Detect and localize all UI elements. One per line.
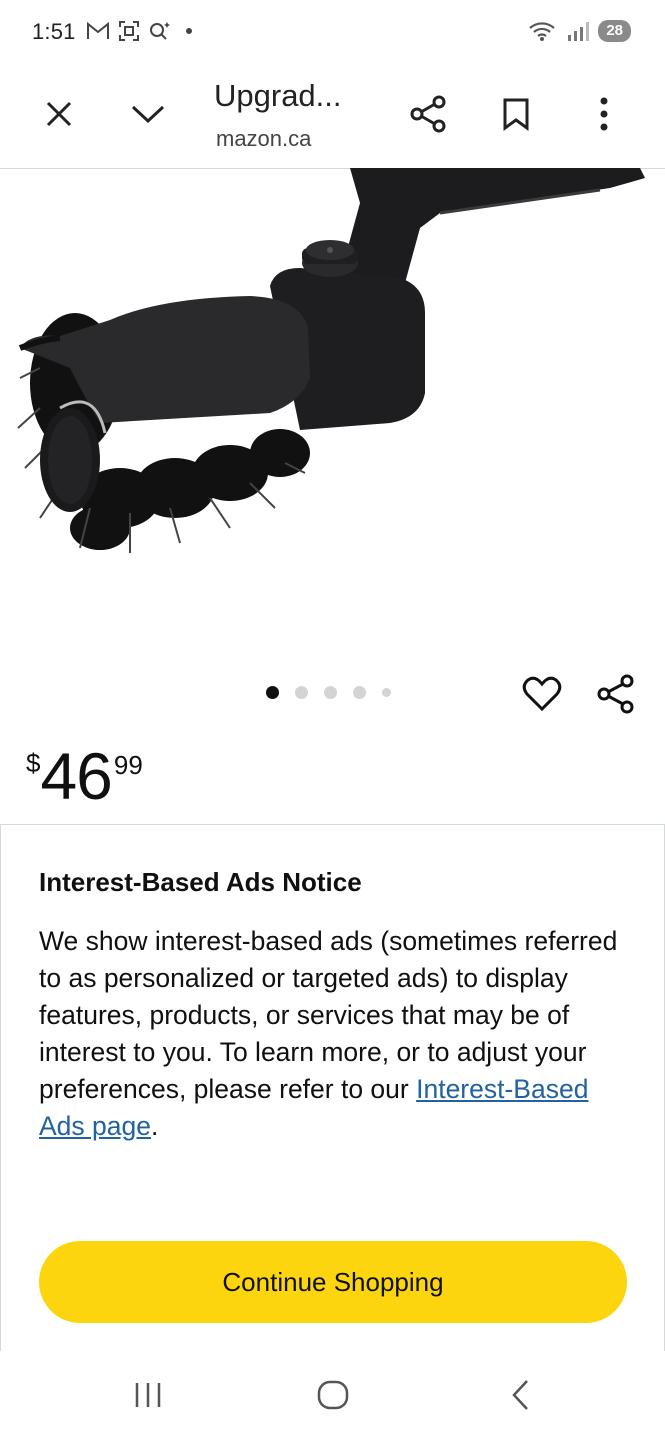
product-share-button[interactable] — [594, 672, 638, 716]
product-price: $ 46 99 — [26, 740, 143, 812]
search-sparkle-icon — [150, 22, 170, 40]
minimize-button[interactable] — [124, 90, 172, 138]
page-title: Upgrad... — [214, 78, 342, 113]
price-fraction: 99 — [113, 750, 143, 780]
back-button[interactable] — [490, 1371, 550, 1419]
carousel-dot[interactable] — [295, 686, 308, 699]
battery-indicator: 28 — [598, 20, 631, 42]
notification-dot — [186, 28, 192, 34]
continue-shopping-button[interactable]: Continue Shopping — [39, 1241, 627, 1323]
grill-brush-image — [17, 168, 645, 553]
carousel-dot[interactable] — [353, 686, 366, 699]
price-whole: 46 — [40, 739, 112, 813]
carousel-dot[interactable] — [382, 688, 391, 697]
browser-toolbar: Upgrad... mazon.ca — [0, 66, 665, 169]
recents-icon — [135, 1383, 161, 1407]
status-left-icons — [86, 20, 192, 42]
home-icon — [317, 1380, 349, 1410]
carousel-dot[interactable] — [266, 686, 279, 699]
notice-title: Interest-Based Ads Notice — [39, 867, 362, 897]
recents-button[interactable] — [118, 1371, 178, 1419]
page-url: mazon.ca — [216, 126, 312, 151]
carousel-dot[interactable] — [324, 686, 337, 699]
gmail-icon — [87, 21, 109, 39]
screenshot-icon — [119, 21, 139, 41]
back-icon — [512, 1380, 528, 1410]
close-icon — [46, 101, 72, 127]
close-tab-button[interactable] — [35, 90, 83, 138]
more-vert-icon — [600, 97, 608, 131]
bookmark-button[interactable] — [492, 90, 540, 138]
heart-icon — [522, 676, 562, 712]
share-icon — [410, 95, 446, 133]
notice-body: We show interest-based ads (sometimes re… — [39, 923, 629, 1145]
share-button[interactable] — [404, 90, 452, 138]
bookmark-icon — [503, 98, 529, 131]
share-icon — [597, 674, 634, 714]
notice-text-end: . — [150, 1111, 159, 1141]
status-time: 1:51 — [32, 19, 76, 44]
signal-icon — [568, 22, 590, 41]
price-symbol: $ — [26, 748, 41, 778]
chevron-down-icon — [131, 105, 165, 124]
product-image[interactable] — [0, 168, 665, 668]
image-carousel-dots[interactable] — [266, 686, 391, 699]
ads-notice-panel: Interest-Based Ads Notice We show intere… — [0, 824, 665, 1352]
wishlist-button[interactable] — [520, 672, 564, 716]
home-button[interactable] — [303, 1371, 363, 1419]
wifi-icon — [529, 22, 556, 41]
system-nav-bar — [0, 1351, 665, 1440]
more-options-button[interactable] — [580, 90, 628, 138]
status-bar: 1:51 28 — [0, 0, 665, 66]
status-right-icons: 28 — [528, 20, 631, 42]
